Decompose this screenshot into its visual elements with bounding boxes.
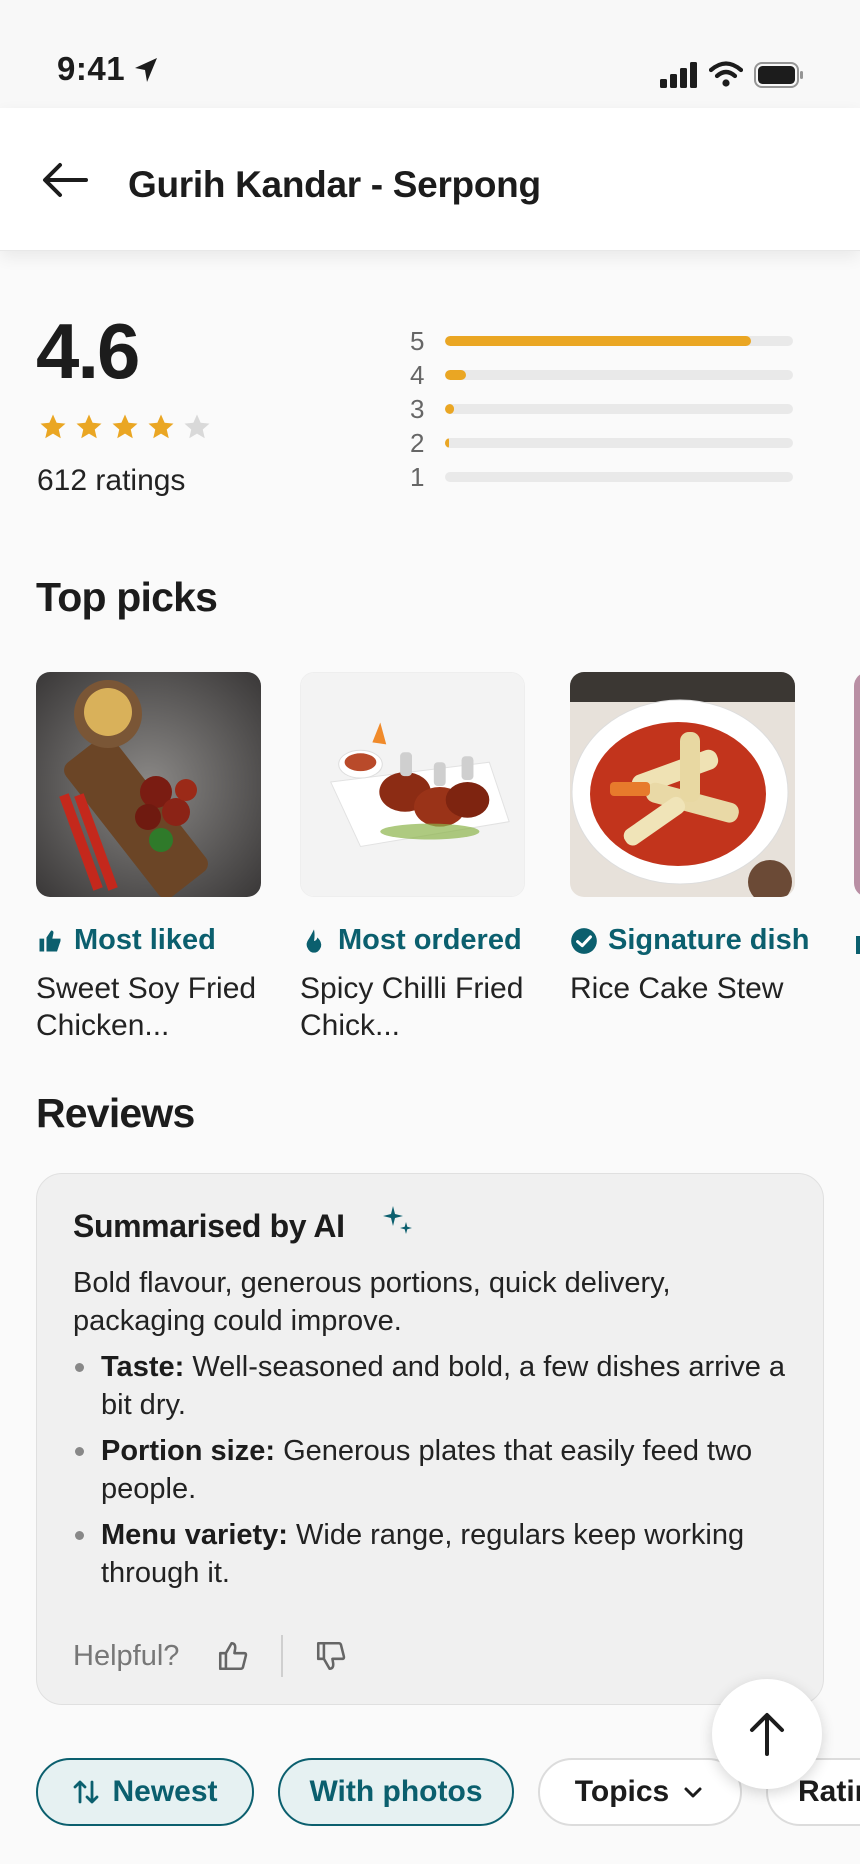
- rating-bar-fill: [445, 438, 450, 448]
- dish-image: [36, 672, 261, 897]
- thumbs-down-button[interactable]: [311, 1636, 351, 1676]
- rating-bar-fill: [445, 336, 752, 346]
- reviews-title: Reviews: [36, 1090, 195, 1136]
- thumbs-up-outline-icon: [219, 1641, 248, 1671]
- ai-summary-bullet: Taste: Well-seasoned and bold, a few dis…: [73, 1348, 793, 1424]
- star-filled-icon: [148, 414, 174, 439]
- ai-summary-text: Bold flavour, generous portions, quick d…: [73, 1267, 671, 1337]
- dish-image: [300, 672, 525, 897]
- rating-bar-fill: [445, 404, 454, 414]
- bullet-text: Well-seasoned and bold, a few dishes arr…: [101, 1351, 786, 1421]
- scroll-to-top-button[interactable]: [712, 1679, 822, 1789]
- thumbs-up-button[interactable]: [213, 1636, 253, 1676]
- thumbs-down-outline-icon: [317, 1641, 346, 1671]
- filter-topics-label: Topics: [574, 1775, 670, 1808]
- filter-newest-chip[interactable]: Newest: [36, 1758, 254, 1826]
- rating-distribution-label: 4: [410, 360, 425, 390]
- rating-bar-track: [445, 438, 793, 448]
- sparkle-icon: [383, 1206, 412, 1234]
- back-button[interactable]: [36, 160, 94, 200]
- filter-newest-label: Newest: [112, 1775, 218, 1808]
- rating-bar-fill: [445, 370, 466, 380]
- pick-badge: Most liked: [36, 924, 216, 957]
- location-arrow-icon: [135, 58, 157, 82]
- ratings-count: 612 ratings: [37, 464, 186, 497]
- filter-with-photos-label: With photos: [309, 1775, 483, 1808]
- arrow-up-icon: [750, 1713, 784, 1756]
- status-bar: 9:41: [0, 0, 860, 108]
- star-filled-icon: [76, 414, 102, 439]
- app-header: Gurih Kandar - Serpong: [0, 108, 860, 251]
- check-badge-icon: [571, 927, 597, 954]
- top-pick-card-partial[interactable]: [854, 672, 860, 897]
- star-filled-icon: [40, 414, 66, 439]
- battery-icon: [754, 62, 803, 88]
- thumbs-up-icon: [39, 930, 61, 951]
- helpful-label: Helpful?: [73, 1639, 180, 1672]
- star-rating: [38, 412, 212, 446]
- pick-badge-label: Most liked: [74, 924, 216, 956]
- wifi-icon: [709, 61, 743, 87]
- chevron-down-icon: [684, 1787, 702, 1798]
- rating-distribution-row: 5: [410, 326, 795, 356]
- rating-distribution-row: 4: [410, 360, 795, 390]
- rating-value: 4.6: [36, 307, 140, 395]
- pick-badge: Signature dish: [570, 924, 809, 957]
- top-pick-card[interactable]: Signature dish Rice Cake Stew: [570, 672, 809, 1005]
- signal-icon: [660, 62, 697, 88]
- top-picks-title: Top picks: [36, 574, 218, 620]
- rating-distribution-row: 1: [410, 462, 795, 492]
- ai-summary-title: Summarised by AI: [73, 1208, 345, 1244]
- pick-badge-label: Signature dish: [608, 924, 810, 956]
- filter-ratings-label: Ratings: [798, 1775, 860, 1808]
- dish-image: [570, 672, 795, 897]
- bullet-label: Portion size:: [101, 1435, 276, 1467]
- helpful-row: Helpful?: [73, 1634, 351, 1678]
- dish-name: Rice Cake Stew: [570, 972, 784, 1005]
- page-title: Gurih Kandar - Serpong: [128, 164, 541, 205]
- divider: [281, 1635, 284, 1677]
- filter-topics-chip[interactable]: Topics: [538, 1758, 742, 1826]
- pick-badge-label: Most ordered: [338, 924, 522, 956]
- rating-bar-track: [445, 404, 793, 414]
- top-pick-card[interactable]: Most ordered Spicy Chilli Fried Chick...: [300, 672, 525, 1042]
- filter-with-photos-chip[interactable]: With photos: [278, 1758, 514, 1826]
- ai-summary-bullets: Taste: Well-seasoned and bold, a few dis…: [73, 1348, 793, 1600]
- sort-icon: [74, 1780, 99, 1804]
- ai-summary-card: Summarised by AI Bold flavour, generous …: [36, 1173, 824, 1705]
- star-filled-icon: [112, 414, 138, 439]
- rating-distribution-label: 2: [410, 428, 425, 458]
- rating-bar-track: [445, 370, 793, 380]
- ai-summary-bullet: Portion size: Generous plates that easil…: [73, 1432, 793, 1508]
- arrow-left-icon: [43, 163, 88, 197]
- rating-distribution-label: 1: [410, 462, 425, 492]
- star-empty-icon: [184, 414, 210, 439]
- bullet-label: Menu variety:: [101, 1519, 288, 1551]
- rating-distribution-label: 3: [410, 394, 425, 424]
- top-pick-card[interactable]: Most liked Sweet Soy Fried Chicken...: [36, 672, 261, 1042]
- ai-summary-bullet: Menu variety: Wide range, regulars keep …: [73, 1516, 793, 1592]
- rating-distribution-row: 2: [410, 428, 795, 458]
- pick-badge: Most ordered: [300, 924, 522, 957]
- pick-badge-partial: [856, 936, 860, 954]
- status-time: 9:41: [57, 50, 126, 87]
- flame-icon: [306, 928, 322, 953]
- rating-distribution-label: 5: [410, 326, 425, 356]
- rating-distribution-row: 3: [410, 394, 795, 424]
- rating-bar-track: [445, 336, 793, 346]
- rating-bar-track: [445, 472, 793, 482]
- bullet-label: Taste:: [101, 1351, 185, 1383]
- dish-name: Spicy Chilli Fried Chick...: [300, 972, 524, 1042]
- dish-name: Sweet Soy Fried Chicken...: [36, 972, 257, 1042]
